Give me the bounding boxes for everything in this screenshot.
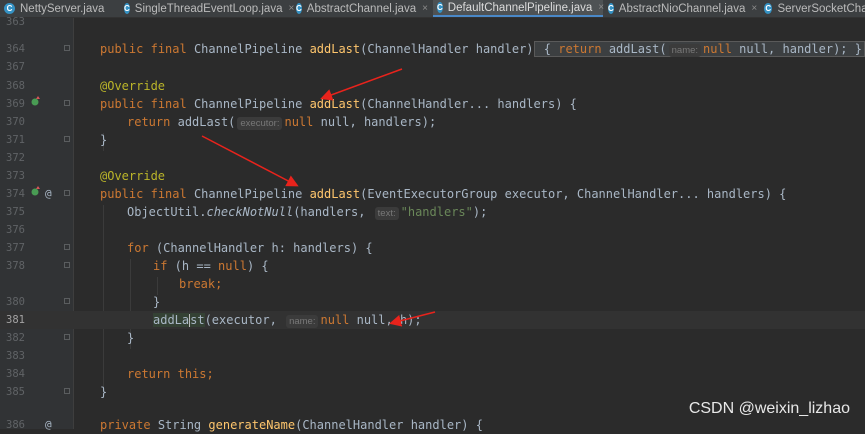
watermark: CSDN @weixin_lizhao	[688, 400, 850, 417]
class-icon: C	[437, 2, 443, 13]
arrow-to-addlast-381	[389, 311, 436, 327]
tab-label: DefaultChannelPipeline.java	[447, 1, 593, 14]
close-icon[interactable]: ×	[598, 2, 604, 13]
annotation-arrows	[201, 68, 436, 327]
arrow-to-addlast-374	[201, 135, 299, 187]
arrow-to-addlast-369	[320, 68, 403, 101]
code-editor[interactable]: 363 364 public final ChannelPipeline add…	[0, 16, 865, 432]
